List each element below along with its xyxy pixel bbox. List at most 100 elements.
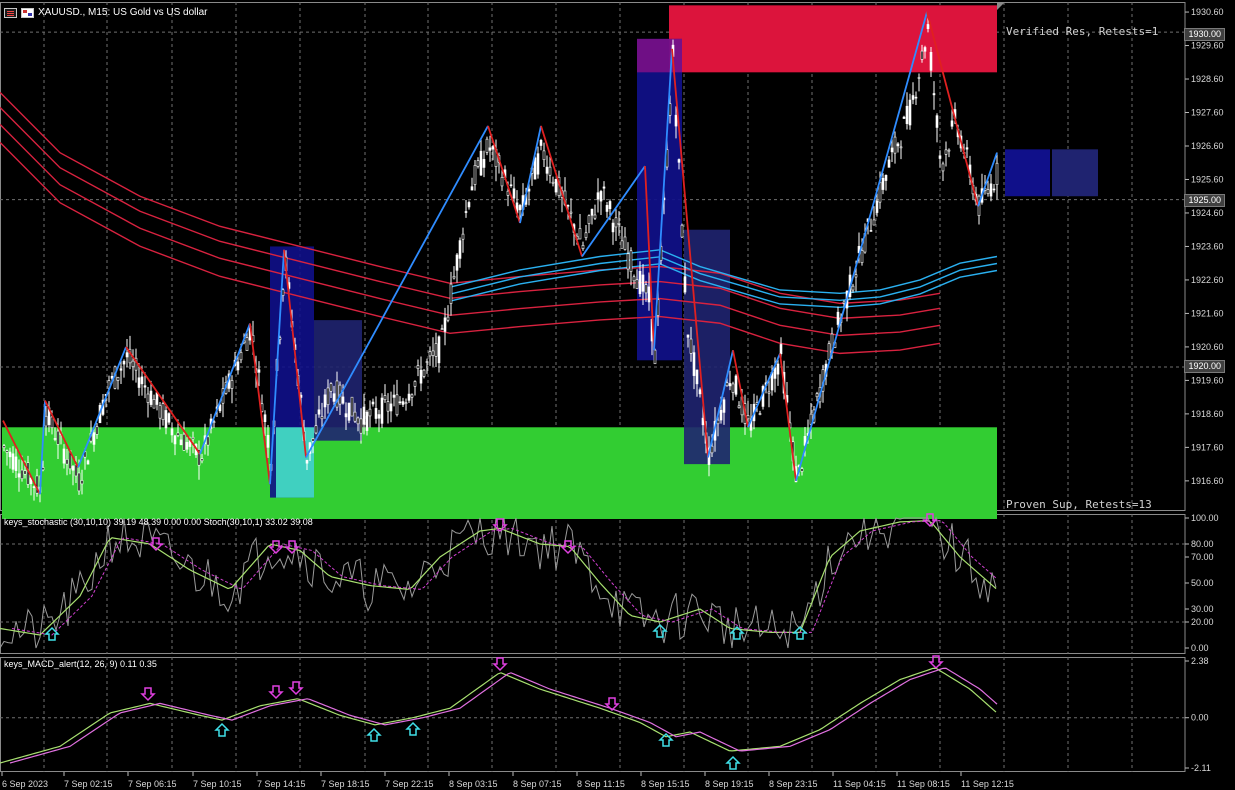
candle-body: [860, 250, 864, 264]
candle-body: [365, 411, 369, 431]
candle-body: [431, 350, 435, 356]
candle-body: [689, 338, 693, 354]
candle-body: [776, 363, 780, 375]
candle-body: [596, 192, 600, 200]
sell-signal-arrow-icon: [284, 540, 300, 555]
candle-body: [413, 381, 417, 387]
candle-body: [395, 394, 399, 416]
stoch-tick-label: 30.00: [1191, 604, 1214, 614]
candle-body: [734, 375, 738, 395]
candle-body: [623, 236, 627, 250]
stoch-tick-label: 0.00: [1191, 643, 1209, 653]
candle-body: [392, 394, 396, 398]
candle-body: [698, 389, 702, 395]
candle-body: [647, 286, 651, 303]
candle-body: [815, 393, 819, 398]
candle-body: [320, 416, 324, 420]
price-tick-label: 1918.60: [1191, 409, 1224, 419]
candle-body: [869, 230, 873, 232]
candle-body: [641, 274, 645, 292]
candle-body: [398, 401, 402, 404]
candle-body: [653, 349, 657, 365]
stoch-tick-label: 80.00: [1191, 539, 1214, 549]
panel-border: [0, 657, 1186, 772]
candle-body: [401, 401, 405, 405]
time-axis-label: 7 Sep 14:15: [257, 779, 306, 789]
sell-signal-arrow-icon: [268, 685, 284, 700]
candle-body: [779, 344, 783, 355]
candle-body: [701, 417, 705, 426]
candle-body: [356, 417, 360, 425]
candle-body: [452, 276, 456, 279]
candle-body: [989, 183, 993, 197]
candle-body: [581, 245, 585, 249]
candle-body: [86, 460, 90, 465]
candle-body: [332, 393, 336, 402]
candle-body: [263, 414, 267, 423]
price-tick-label: 1917.60: [1191, 442, 1224, 452]
candle-body: [539, 140, 543, 146]
zigzag-up-segment: [977, 152, 998, 207]
candle-body: [65, 459, 69, 465]
candle-body: [569, 211, 573, 214]
candle-body: [371, 401, 375, 405]
candle-body: [434, 343, 438, 357]
candle-body: [920, 50, 924, 60]
candle-body: [683, 276, 687, 293]
candle-body: [902, 116, 906, 119]
candle-body: [11, 453, 15, 470]
price-level-box: 1930.00: [1184, 28, 1225, 41]
time-axis-label: 11 Sep 12:15: [961, 779, 1014, 789]
price-tick-label: 1927.60: [1191, 108, 1224, 118]
candle-body: [680, 224, 684, 238]
resistance-zone: [669, 5, 997, 73]
candle-body: [56, 430, 60, 445]
candle-body: [5, 450, 9, 453]
time-axis-label: 8 Sep 07:15: [513, 779, 562, 789]
candle-body: [923, 47, 927, 52]
candle-body: [986, 189, 990, 194]
candle-body: [8, 451, 12, 458]
price-tick-label: 1921.60: [1191, 308, 1224, 318]
time-axis-label: 7 Sep 22:15: [385, 779, 434, 789]
candle-body: [542, 150, 546, 161]
resistance-zone-label: Verified Res, Retests=1: [1006, 25, 1159, 38]
candle-body: [905, 105, 909, 124]
buy-signal-arrow-icon: [366, 727, 382, 742]
candle-body: [389, 403, 393, 412]
candle-body: [116, 376, 120, 381]
trading-chart[interactable]: 1930.60 1929.60 1928.60 1927.60 1926.60 1925.…: [0, 0, 1235, 790]
candle-body: [593, 214, 597, 219]
candle-body: [32, 486, 36, 488]
candle-body: [230, 380, 234, 389]
candle-body: [464, 211, 468, 213]
candle-body: [626, 253, 630, 270]
price-tick-label: 1923.60: [1191, 241, 1224, 251]
chart-title: XAUUSD., M15: US Gold vs US dollar: [38, 7, 208, 18]
time-axis-label: 8 Sep 03:15: [449, 779, 498, 789]
candle-body: [470, 186, 474, 191]
candle-body: [419, 369, 423, 384]
candle-body: [929, 51, 933, 71]
moving-average-red: [0, 123, 941, 337]
candle-body: [149, 390, 153, 405]
time-axis-label: 7 Sep 06:15: [128, 779, 177, 789]
candle-body: [731, 383, 735, 393]
candle-body: [311, 438, 315, 442]
candle-body: [152, 399, 156, 409]
candle-body: [587, 215, 591, 224]
stoch-tick-label: 70.00: [1191, 552, 1214, 562]
sell-signal-arrow-icon: [492, 657, 508, 672]
price-tick-label: 1920.60: [1191, 342, 1224, 352]
zone-overlap: [637, 38, 682, 73]
candle-body: [674, 114, 678, 127]
candle-body: [125, 352, 129, 358]
chart-menu-icon[interactable]: [4, 7, 17, 18]
candle-body: [536, 153, 540, 175]
candle-body: [236, 361, 240, 371]
zigzag-down-segment: [540, 125, 583, 257]
candle-body: [608, 201, 612, 210]
candle-body: [551, 181, 555, 184]
candle-body: [479, 150, 483, 176]
sell-signal-arrow-icon: [268, 540, 284, 555]
